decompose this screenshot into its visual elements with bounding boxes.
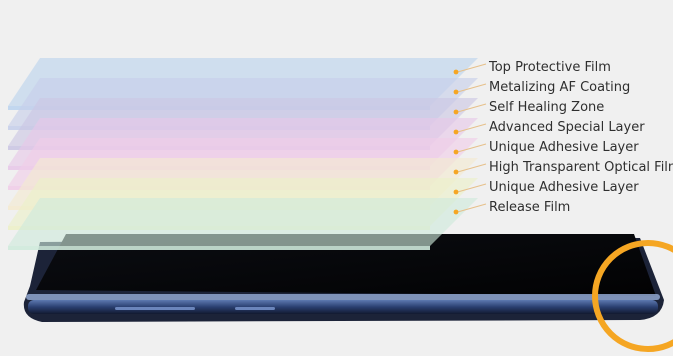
layer-label: Self Healing Zone xyxy=(489,100,605,115)
layer-label: Advanced Special Layer xyxy=(489,120,645,135)
layer-label: High Transparent Optical Film xyxy=(489,160,673,175)
layer-label: Unique Adhesive Layer xyxy=(489,180,639,195)
layer-label: Unique Adhesive Layer xyxy=(489,140,639,155)
layer-labels: Top Protective Film Metalizing AF Coating… xyxy=(0,0,673,356)
layer-label: Metalizing AF Coating xyxy=(489,80,631,95)
layer-label: Top Protective Film xyxy=(489,60,611,75)
layer-label: Release Film xyxy=(489,200,571,215)
